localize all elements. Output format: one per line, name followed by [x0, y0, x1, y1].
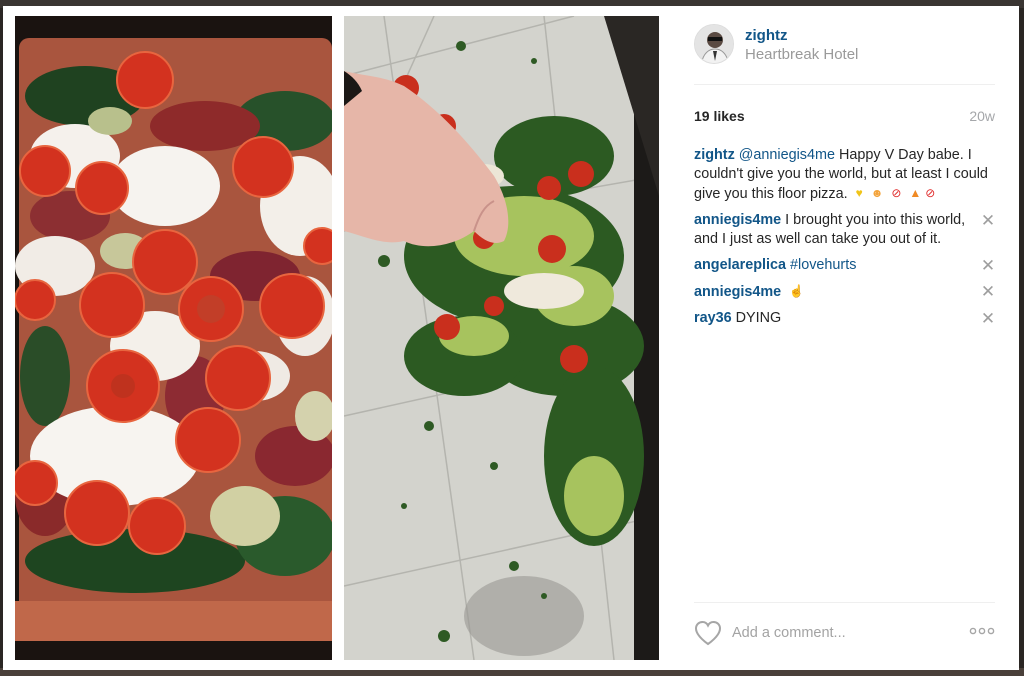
list-item: anniegis4me ☝ ✕	[694, 282, 996, 302]
delete-comment-icon[interactable]: ✕	[980, 256, 996, 275]
pizza-illustration	[15, 16, 332, 660]
post-photo[interactable]	[3, 6, 670, 670]
comment-list: zightz @anniegis4me Happy V Day babe. I …	[694, 146, 996, 335]
yellow-heart-icon: ♥	[855, 186, 863, 200]
username-link[interactable]: zightz	[745, 27, 788, 44]
delete-comment-icon[interactable]: ✕	[980, 282, 996, 301]
caption: zightz @anniegis4me Happy V Day babe. I …	[694, 146, 996, 204]
comment-author[interactable]: anniegis4me	[694, 284, 781, 300]
comment-author[interactable]: zightz	[694, 147, 735, 163]
photo-panel-floor	[344, 16, 659, 660]
comment-author[interactable]: ray36	[694, 310, 732, 326]
more-options-icon[interactable]	[969, 627, 995, 635]
hashtag-link[interactable]: #lovehurts	[790, 257, 856, 273]
post-modal: zightz Heartbreak Hotel 19 likes 20w zig…	[3, 6, 1019, 670]
list-item: ray36 DYING ✕	[694, 309, 996, 328]
post-sidebar: zightz Heartbreak Hotel 19 likes 20w zig…	[670, 6, 1019, 670]
comment-author[interactable]: angelareplica	[694, 257, 786, 273]
post-footer	[694, 602, 995, 653]
kiss-face-icon: ☻	[870, 186, 884, 200]
location-link[interactable]: Heartbreak Hotel	[745, 46, 858, 63]
post-header: zightz Heartbreak Hotel	[694, 24, 995, 85]
comment-text: DYING	[731, 310, 782, 326]
mention-link[interactable]: @anniegis4me	[739, 147, 835, 163]
pointing-hand-icon: ☝	[789, 284, 805, 298]
no-entry-icon: ⊘	[891, 186, 902, 200]
delete-comment-icon[interactable]: ✕	[980, 309, 996, 328]
no-entry-icon: ⊘	[925, 186, 936, 200]
list-item: angelareplica #lovehurts ✕	[694, 256, 996, 275]
delete-comment-icon[interactable]: ✕	[980, 211, 996, 230]
pizza-icon: ▲	[909, 186, 922, 200]
avatar[interactable]	[694, 24, 734, 64]
list-item: anniegis4me I brought you into this worl…	[694, 211, 996, 249]
likes-count[interactable]: 19 likes	[694, 108, 745, 124]
floor-pizza-illustration	[344, 16, 659, 660]
heart-outline-icon[interactable]	[694, 620, 722, 646]
comment-author[interactable]: anniegis4me	[694, 212, 781, 228]
add-comment-input[interactable]	[732, 622, 952, 644]
post-timestamp[interactable]: 20w	[969, 108, 995, 124]
avatar-photo-icon	[695, 25, 733, 63]
likes-row: 19 likes 20w	[694, 108, 995, 128]
photo-panel-pizza	[15, 16, 332, 660]
